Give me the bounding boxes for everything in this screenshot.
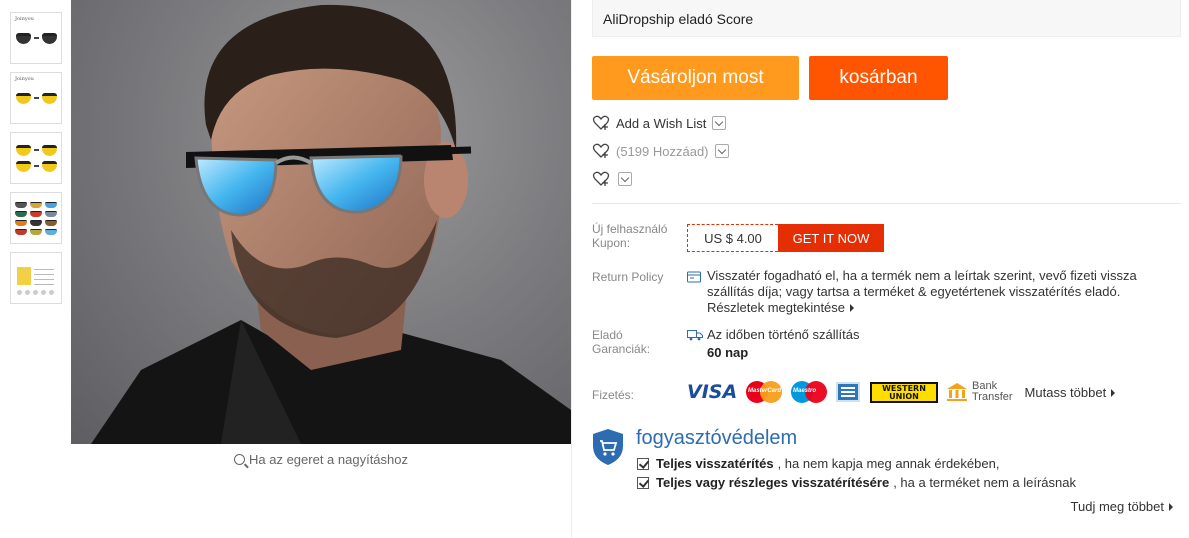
- get-coupon-button[interactable]: GET IT NOW: [778, 224, 884, 252]
- payment-methods: VISA MasterCard Maestro WESTERN UNION Ba…: [687, 381, 1116, 403]
- zoom-hint: Ha az egeret a nagyításhoz: [71, 452, 571, 467]
- add-to-cart-button[interactable]: kosárban: [809, 56, 948, 100]
- payment-label: Fizetés:: [592, 388, 635, 402]
- amex-logo: [836, 382, 860, 402]
- heart-add-icon: [592, 115, 610, 130]
- protection-line-1: Teljes visszatérítés , ha nem kapja meg …: [637, 456, 999, 471]
- seller-score-box: AliDropship eladó Score: [592, 0, 1181, 37]
- arrow-right-icon: [850, 304, 855, 312]
- protection-line-2-text: , ha a terméket nem a leírásnak: [893, 475, 1076, 490]
- return-policy-label: Return Policy: [592, 270, 664, 284]
- guarantee-days: 60 nap: [707, 345, 749, 360]
- protection-line-2: Teljes vagy részleges visszatérítésére ,…: [637, 475, 1076, 490]
- bank-transfer-logo: Bank Transfer: [946, 381, 1013, 403]
- visa-logo: VISA: [687, 381, 738, 403]
- wish-list-row[interactable]: Add a Wish List: [592, 114, 727, 132]
- thumb-size-chart[interactable]: [10, 252, 62, 304]
- maestro-logo: Maestro: [791, 381, 827, 403]
- protection-line-1-bold: Teljes visszatérítés: [656, 456, 774, 471]
- magnifier-icon: [234, 454, 245, 465]
- return-policy-text: Visszatér fogadható el, ha a termék nem …: [707, 268, 1137, 299]
- learn-more-link[interactable]: Tudj meg többet: [1071, 499, 1173, 514]
- western-union-logo: WESTERN UNION: [870, 381, 938, 403]
- protection-line-2-bold: Teljes vagy részleges visszatérítésére: [656, 475, 890, 490]
- brand-logo-text: Joinyou: [15, 16, 34, 22]
- guarantee-label: Eladó Garanciák:: [592, 328, 651, 356]
- checkbox-icon: [637, 457, 649, 470]
- coupon-amount: US $ 4.00: [687, 224, 778, 252]
- thumb-yellow-glasses[interactable]: Joinyou: [10, 72, 62, 124]
- guarantee-text: Az időben történő szállítás: [707, 327, 860, 342]
- seller-score-label: AliDropship eladó Score: [603, 11, 754, 27]
- thumbnail-list: Joinyou Joinyou: [10, 12, 62, 312]
- wish-list-label[interactable]: Add a Wish List: [616, 116, 706, 131]
- mastercard-logo: MasterCard: [746, 381, 782, 403]
- coupon-widget: US $ 4.00 GET IT NOW: [687, 224, 884, 252]
- arrow-right-icon: [1169, 503, 1173, 511]
- column-divider: [571, 0, 572, 538]
- product-page: Joinyou Joinyou Ha az egeret a nagyításh…: [0, 0, 1189, 538]
- return-details-link[interactable]: Részletek megtekintése: [707, 300, 845, 315]
- main-product-image[interactable]: [71, 0, 571, 444]
- chevron-down-icon[interactable]: [714, 144, 729, 158]
- zoom-hint-text: Ha az egeret a nagyításhoz: [249, 452, 408, 467]
- heart-add-icon: [592, 143, 610, 158]
- thumb-color-grid[interactable]: [10, 192, 62, 244]
- chevron-down-icon[interactable]: [618, 172, 632, 186]
- more-payment-link[interactable]: Mutass többet: [1025, 385, 1116, 400]
- chevron-down-icon[interactable]: [712, 116, 727, 130]
- coupon-label: Új felhasználó Kupon:: [592, 222, 668, 250]
- protection-title: fogyasztóvédelem: [636, 427, 798, 449]
- shield-cart-icon: [593, 429, 623, 465]
- wish-count-row[interactable]: (5199 Hozzáad): [592, 142, 729, 160]
- wish-extra-row[interactable]: [592, 170, 632, 188]
- model-with-sunglasses-illustration: [91, 4, 571, 444]
- protection-line-1-text: , ha nem kapja meg annak érdekében,: [777, 456, 1000, 471]
- thumb-yellow-pair[interactable]: [10, 132, 62, 184]
- return-policy-text-block: Visszatér fogadható el, ha a termék nem …: [707, 268, 1177, 316]
- heart-add-icon: [592, 171, 610, 186]
- wish-count: (5199 Hozzáad): [616, 143, 709, 159]
- thumb-black-glasses[interactable]: Joinyou: [10, 12, 62, 64]
- brand-logo-text: Joinyou: [15, 76, 34, 82]
- bank-text-2: Transfer: [972, 391, 1013, 403]
- arrow-right-icon: [1111, 388, 1116, 397]
- buy-now-button[interactable]: Vásároljon most: [592, 56, 799, 100]
- checkbox-icon: [637, 476, 649, 489]
- truck-icon: [687, 330, 703, 341]
- section-divider: [592, 203, 1181, 204]
- return-policy-icon: [687, 271, 701, 283]
- bank-icon: [947, 383, 967, 401]
